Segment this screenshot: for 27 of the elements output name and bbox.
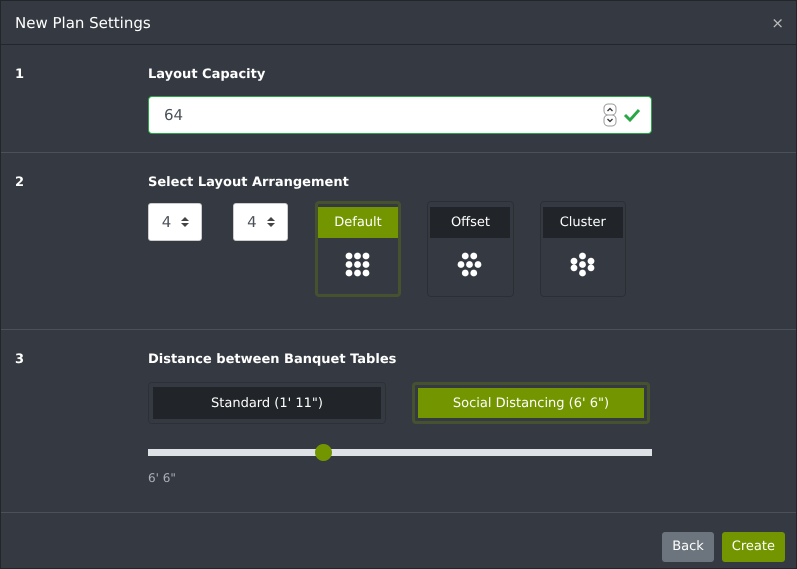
capacity-field[interactable]: 64 [148, 96, 652, 134]
step-number: 1 [15, 67, 26, 84]
columns-select[interactable]: 4 [233, 203, 288, 241]
dialog-title: New Plan Settings [15, 14, 151, 32]
step-number: 2 [15, 175, 26, 192]
seating-pattern-icon [344, 252, 371, 278]
slider-thumb[interactable] [315, 444, 332, 461]
option-label: Cluster [542, 207, 623, 238]
arrangement-option[interactable]: Cluster [540, 201, 626, 297]
caret-icon [266, 216, 275, 228]
back-button[interactable]: Back [662, 532, 714, 562]
slider-value: 6' 6" [148, 471, 177, 485]
rows-select[interactable]: 4 [148, 203, 202, 241]
option-label: Offset [430, 207, 510, 238]
seating-pattern-icon [457, 252, 484, 278]
spinner-icon[interactable] [603, 103, 617, 127]
step-number: 3 [15, 352, 26, 369]
section-label: Layout Capacity [148, 67, 266, 82]
distance-option[interactable]: Standard (1' 11") [153, 387, 381, 419]
close-button[interactable]: × [771, 14, 784, 32]
arrangement-option[interactable]: Offset [427, 201, 514, 297]
section-label: Select Layout Arrangement [148, 175, 350, 190]
caret-icon [181, 216, 190, 228]
checkmark-icon [623, 107, 641, 123]
seating-pattern-icon [570, 252, 596, 278]
section-label: Distance between Banquet Tables [148, 352, 398, 367]
option-label: Default [318, 207, 398, 238]
